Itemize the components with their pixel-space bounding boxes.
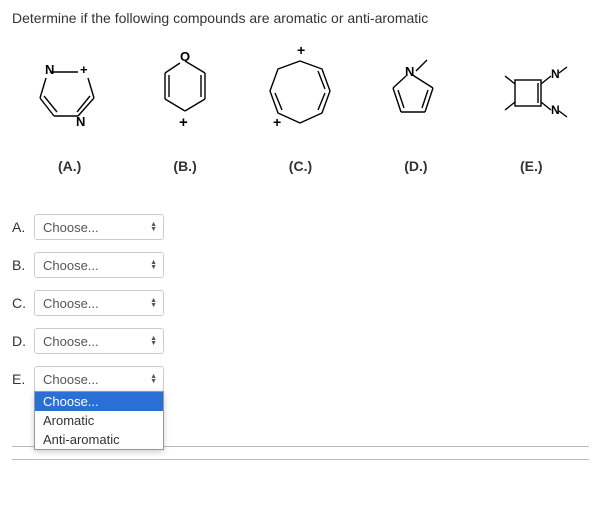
svg-text:N: N [405,64,414,79]
select-b-value: Choose... [43,258,99,273]
select-e-value: Choose... [43,372,99,387]
select-a-value: Choose... [43,220,99,235]
structure-c: + + [255,44,345,144]
compound-c: + + (C.) [255,44,345,174]
select-d[interactable]: Choose... ▲▼ [34,328,164,354]
row-label-a: A. [12,219,34,235]
svg-text:N: N [551,67,560,81]
svg-text:N: N [76,114,85,129]
answers-block: A. Choose... ▲▼ B. Choose... ▲▼ C. Choos… [12,214,589,392]
answer-row-b: B. Choose... ▲▼ [12,252,589,278]
caret-icon: ▲▼ [150,374,157,384]
select-e[interactable]: Choose... ▲▼ [34,366,164,392]
structure-a: N + N [25,44,115,144]
caret-icon: ▲▼ [150,336,157,346]
row-label-b: B. [12,257,34,273]
question-prompt: Determine if the following compounds are… [12,10,589,26]
select-a[interactable]: Choose... ▲▼ [34,214,164,240]
structure-d: N [371,44,461,144]
svg-text:+: + [179,114,188,131]
compound-e-label: (E.) [520,158,543,174]
caret-icon: ▲▼ [150,222,157,232]
select-d-value: Choose... [43,334,99,349]
option-anti-aromatic[interactable]: Anti-aromatic [35,430,163,449]
caret-icon: ▲▼ [150,260,157,270]
svg-text:+: + [80,62,88,77]
answer-row-c: C. Choose... ▲▼ [12,290,589,316]
structure-e: N N [486,44,576,144]
compound-d: N (D.) [371,44,461,174]
select-c[interactable]: Choose... ▲▼ [34,290,164,316]
option-aromatic[interactable]: Aromatic [35,411,163,430]
answer-row-a: A. Choose... ▲▼ [12,214,589,240]
compound-a: N + N (A.) [25,44,115,174]
compound-a-label: (A.) [58,158,81,174]
svg-text:N: N [45,62,54,77]
answer-row-e: E. Choose... ▲▼ Choose... Aromatic Anti-… [12,366,589,392]
compound-row: N + N (A.) O [12,44,589,174]
compound-d-label: (D.) [404,158,427,174]
select-e-dropdown: Choose... Aromatic Anti-aromatic [34,391,164,450]
svg-text:O: O [180,49,190,64]
compound-e: N N (E.) [486,44,576,174]
svg-text:+: + [273,114,281,130]
compound-b-label: (B.) [173,158,196,174]
row-label-d: D. [12,333,34,349]
caret-icon: ▲▼ [150,298,157,308]
svg-text:+: + [297,42,305,58]
divider-line [12,459,589,460]
compound-b: O + (B.) [140,44,230,174]
row-label-e: E. [12,371,34,387]
structure-b: O + [140,44,230,144]
row-label-c: C. [12,295,34,311]
select-c-value: Choose... [43,296,99,311]
svg-text:N: N [551,103,560,117]
answer-row-d: D. Choose... ▲▼ [12,328,589,354]
compound-c-label: (C.) [289,158,312,174]
option-choose[interactable]: Choose... [35,392,163,411]
select-b[interactable]: Choose... ▲▼ [34,252,164,278]
